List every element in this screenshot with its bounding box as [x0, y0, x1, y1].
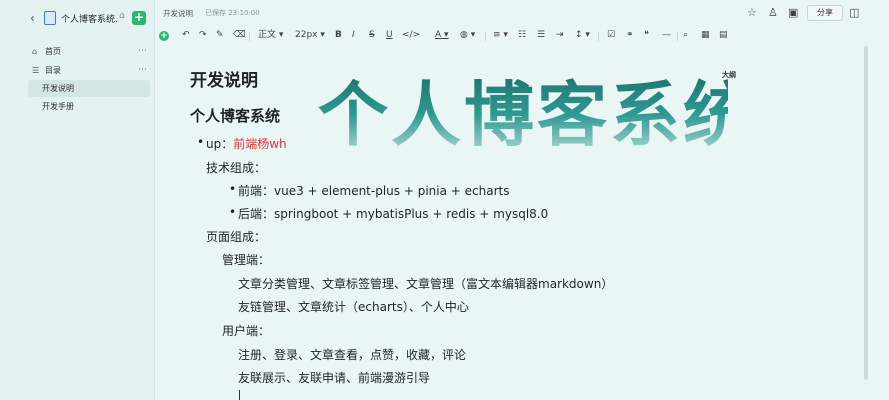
lock-icon: ⌂ [119, 11, 125, 21]
sidebar-item-dev-notes[interactable]: 开发说明 [28, 80, 150, 97]
comment-icon[interactable]: ▣ [788, 6, 798, 19]
toolbar-divider [598, 32, 599, 41]
quote-icon[interactable]: ❝ [644, 29, 649, 41]
author-link[interactable]: 前端杨wh [233, 137, 286, 151]
share-button[interactable]: 分享 [807, 5, 843, 21]
underline-button[interactable]: U [386, 29, 393, 41]
up-prefix: up： [206, 137, 234, 151]
checkbox-icon[interactable]: ☑ [607, 29, 615, 41]
list-item-tech[interactable]: 技术组成： [206, 159, 266, 176]
add-doc-button[interactable]: + [132, 11, 146, 25]
font-size-select[interactable]: 22px ▾ [295, 29, 325, 41]
more-icon[interactable]: ⋯ [138, 43, 147, 60]
format-painter-icon[interactable]: ✎ [216, 29, 224, 41]
insert-block-button[interactable]: + [159, 31, 169, 41]
scrollbar[interactable] [864, 46, 868, 380]
paragraph-style-value: 正文 [258, 30, 277, 40]
chevron-left-icon[interactable]: ‹ [30, 11, 35, 25]
home-icon: ⌂ [32, 47, 38, 56]
bullet-list-icon[interactable]: ☰ [537, 29, 545, 41]
sidebar-item-catalog[interactable]: ☰ 目录 ⋯ [28, 62, 150, 79]
table-icon[interactable]: ▦ [701, 29, 710, 41]
indent-icon[interactable]: ⇥ [556, 29, 564, 41]
bold-button[interactable]: B [335, 29, 342, 41]
knowledge-base-title[interactable]: 个人博客系统... [61, 12, 119, 25]
list-item-admin[interactable]: 管理端： [222, 251, 270, 268]
more-tools-icon[interactable]: ▤ [719, 29, 728, 41]
save-status: 已保存 23:10:00 [205, 9, 260, 17]
list-item-user-line2[interactable]: 友联展示、友联申请、前端漫游引导 [238, 369, 430, 386]
document-icon [44, 11, 56, 25]
section-heading[interactable]: 个人博客系统 [190, 105, 280, 126]
ordered-list-icon[interactable]: ☷ [518, 29, 526, 41]
search-replace-icon[interactable]: ⌕ [683, 29, 688, 41]
bullet-icon: • [197, 135, 205, 149]
line-height-icon[interactable]: ↕ ▾ [575, 29, 590, 41]
bullet-icon: • [229, 182, 237, 196]
font-size-value: 22px [295, 30, 318, 40]
bullet-icon: • [229, 205, 237, 219]
toolbar-divider [485, 32, 486, 41]
list-item-admin-line1[interactable]: 文章分类管理、文章标签管理、文章管理（富文本编辑器markdown） [238, 275, 613, 292]
star-icon[interactable]: ☆ [747, 6, 757, 19]
font-color-label: A [435, 30, 442, 40]
list-item-user[interactable]: 用户端： [222, 322, 270, 339]
sidebar-item-home[interactable]: ⌂ 首页 ⋯ [28, 43, 150, 60]
breadcrumb[interactable]: 开发说明 [163, 8, 193, 19]
list-item-user-line1[interactable]: 注册、登录、文章查看，点赞，收藏，评论 [238, 346, 466, 363]
user-add-icon[interactable]: ♙ [768, 6, 778, 19]
sidebar-item-label: 首页 [45, 47, 61, 56]
toolbar-divider [677, 32, 678, 41]
clear-format-icon[interactable]: ⌫ [233, 29, 246, 41]
list-item-frontend[interactable]: 前端：vue3 + element-plus + pinia + echarts [238, 182, 509, 199]
divider-icon[interactable]: — [662, 29, 671, 41]
sidebar: ‹ 个人博客系统... ⌂ + ⌂ 首页 ⋯ ☰ 目录 ⋯ 开发说明 开发手册 [0, 0, 155, 400]
undo-icon[interactable]: ↶ [182, 29, 190, 41]
italic-button[interactable]: I [352, 29, 355, 41]
sidebar-item-dev-manual[interactable]: 开发手册 [28, 98, 150, 115]
page-title[interactable]: 开发说明 [190, 66, 258, 91]
list-item-backend[interactable]: 后端：springboot + mybatisPlus + redis + my… [238, 205, 548, 222]
paragraph-style-select[interactable]: 正文 ▾ [258, 29, 283, 41]
banner-image: 个人博客系统 [318, 70, 728, 160]
list-icon: ☰ [32, 66, 40, 75]
code-icon[interactable]: </> [402, 29, 420, 41]
text-cursor [239, 390, 240, 400]
editor-toolbar: + ↶ ↷ ✎ ⌫ 正文 ▾ 22px ▾ B I S U </> A ▾ ◍ … [155, 26, 889, 46]
link-icon[interactable]: ⚭ [626, 29, 634, 41]
sidebar-toggle-icon[interactable]: ◫ [849, 6, 859, 19]
strikethrough-button[interactable]: S [369, 29, 375, 41]
more-icon[interactable]: ⋯ [138, 62, 147, 79]
list-item-up[interactable]: up：前端杨wh [206, 135, 287, 152]
toolbar-divider [249, 32, 250, 41]
sidebar-item-label: 开发说明 [42, 84, 74, 93]
highlight-button[interactable]: ◍ ▾ [460, 29, 475, 41]
top-bar: 开发说明 已保存 23:10:00 ☆ ♙ ▣ 分享 ◫ [155, 0, 889, 26]
sidebar-item-label: 开发手册 [42, 102, 74, 111]
align-icon[interactable]: ≡ ▾ [493, 29, 508, 41]
sidebar-item-label: 目录 [45, 66, 61, 75]
font-color-button[interactable]: A ▾ [435, 29, 449, 41]
list-item-pages[interactable]: 页面组成： [206, 228, 266, 245]
list-item-admin-line2[interactable]: 友链管理、文章统计（echarts）、个人中心 [238, 298, 469, 315]
redo-icon[interactable]: ↷ [199, 29, 207, 41]
sidebar-header: ‹ 个人博客系统... ⌂ + [0, 0, 155, 38]
